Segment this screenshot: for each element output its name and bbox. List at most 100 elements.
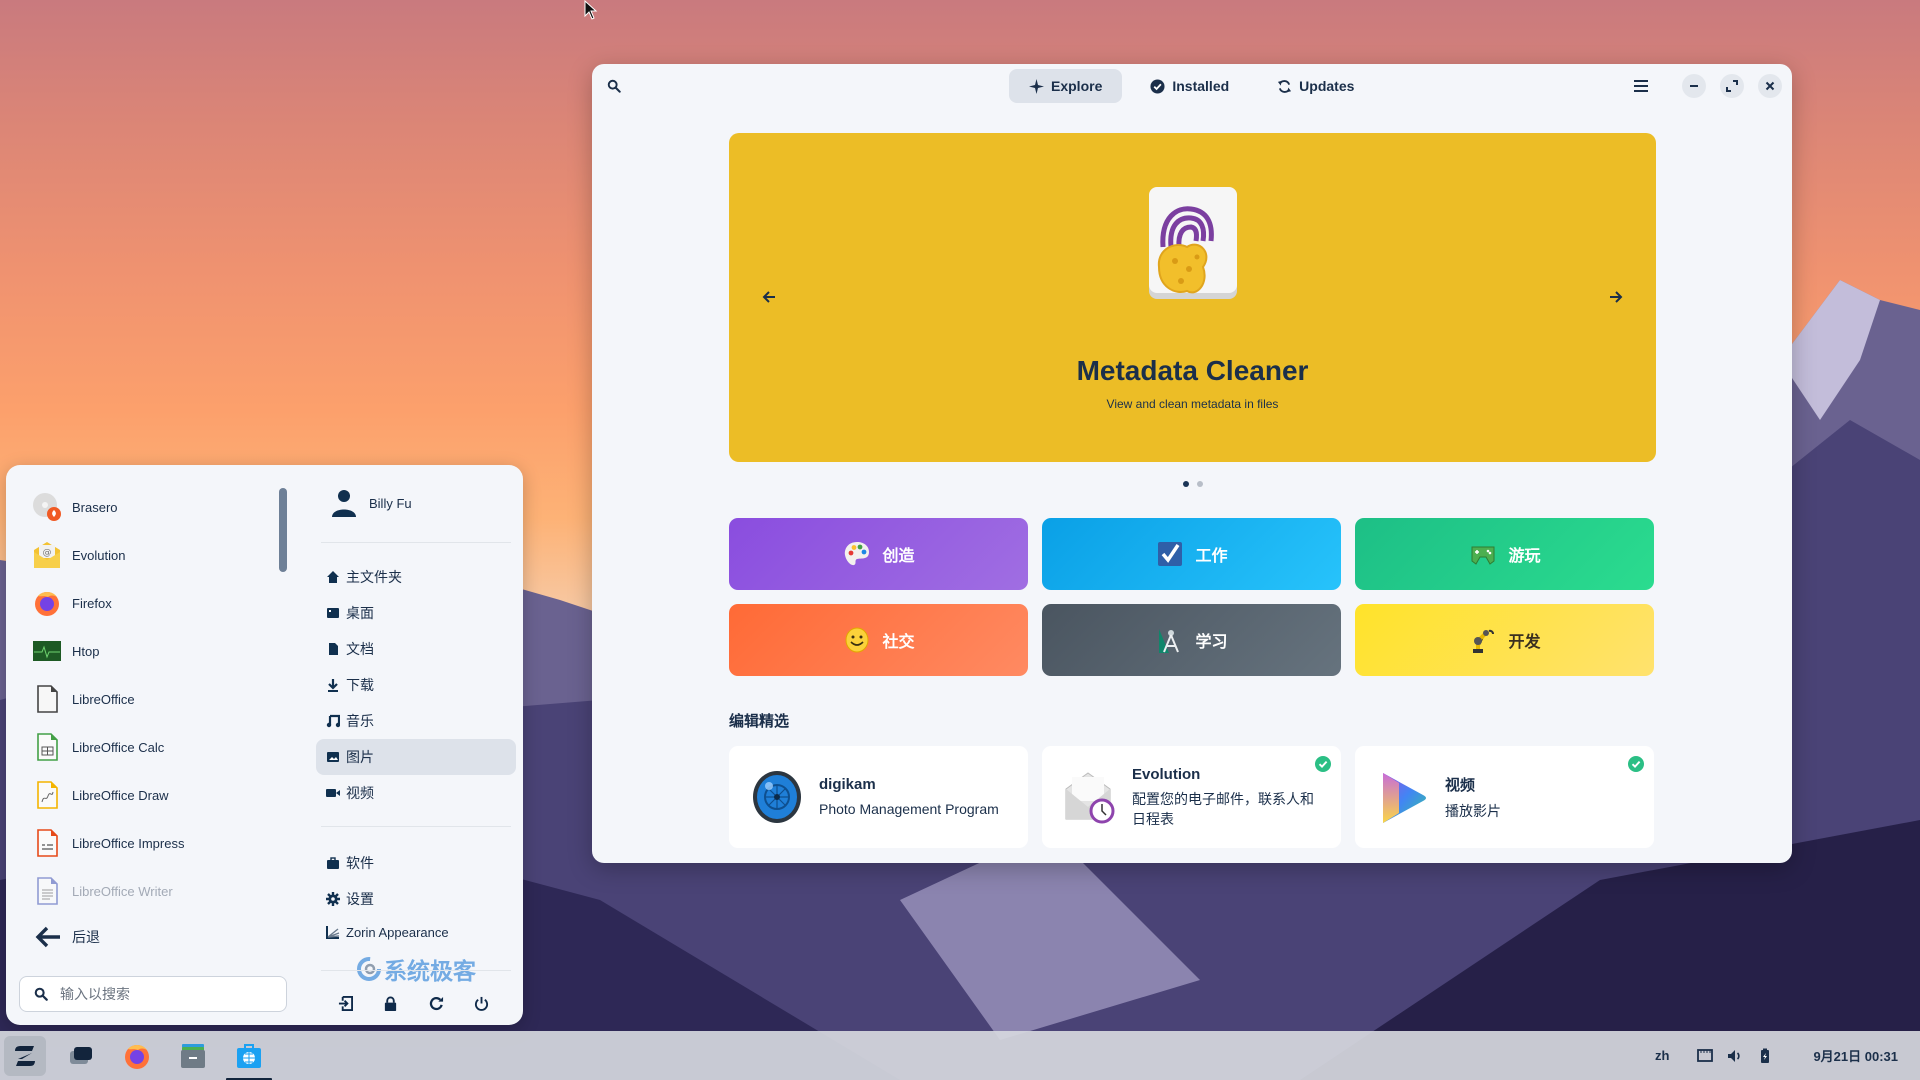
app-item-firefox[interactable]: Firefox bbox=[28, 579, 278, 627]
watermark-text: 系统极客 bbox=[384, 958, 476, 984]
software-store-icon bbox=[237, 1044, 261, 1068]
app-item-htop[interactable]: Htop bbox=[28, 627, 278, 675]
sparkle-icon bbox=[1029, 78, 1044, 94]
tab-explore[interactable]: Explore bbox=[1009, 69, 1123, 103]
document-icon bbox=[329, 643, 338, 655]
place-videos[interactable]: 视频 bbox=[316, 775, 516, 811]
editors-picks-list: digikam Photo Management Program Evoluti… bbox=[729, 746, 1656, 848]
software-store-window: Explore Installed Updates Metadata Clean… bbox=[592, 64, 1792, 863]
place-desktop[interactable]: 桌面 bbox=[316, 595, 516, 631]
category-label: 创造 bbox=[882, 548, 915, 565]
editors-picks-heading: 编辑精选 bbox=[729, 713, 790, 730]
featured-app-card[interactable]: 视频 播放影片 bbox=[1355, 746, 1654, 848]
software-launcher[interactable] bbox=[226, 1036, 272, 1080]
app-item-libreoffice-calc[interactable]: LibreOffice Calc bbox=[28, 723, 278, 771]
app-item-libreoffice[interactable]: LibreOffice bbox=[28, 675, 278, 723]
appearance-icon bbox=[326, 926, 340, 939]
place-label: 图片 bbox=[346, 749, 374, 765]
evolution-app-icon bbox=[1065, 772, 1115, 824]
show-desktop-button[interactable] bbox=[60, 1036, 102, 1076]
user-icon bbox=[332, 490, 356, 517]
place-pictures[interactable]: 图片 bbox=[316, 739, 516, 775]
check-circle-icon bbox=[1150, 78, 1165, 94]
place-music[interactable]: 音乐 bbox=[316, 703, 516, 739]
place-home[interactable]: 主文件夹 bbox=[316, 559, 516, 595]
divider bbox=[321, 542, 511, 543]
system-zorin-appearance[interactable]: Zorin Appearance bbox=[316, 914, 516, 950]
search-button[interactable] bbox=[600, 72, 628, 100]
carousel-dot[interactable] bbox=[1182, 481, 1189, 487]
evolution-icon: @ bbox=[34, 542, 60, 568]
app-list-scrollbar[interactable] bbox=[279, 488, 287, 572]
watermark-logo-icon bbox=[357, 957, 381, 981]
menu-search-input[interactable] bbox=[60, 986, 260, 1002]
main-menu-button[interactable] bbox=[1626, 71, 1656, 101]
tab-updates[interactable]: Updates bbox=[1257, 69, 1374, 103]
system-settings[interactable]: 设置 bbox=[316, 881, 516, 917]
log-out-button[interactable] bbox=[332, 989, 360, 1017]
banner-next-button[interactable] bbox=[1600, 281, 1632, 313]
power-icon bbox=[474, 996, 488, 1011]
carousel-dot[interactable] bbox=[1196, 481, 1203, 487]
user-account[interactable]: Billy Fu bbox=[331, 489, 412, 517]
category-grid: 创造 工作 游玩 社交 学习 开发 bbox=[729, 518, 1656, 676]
input-language-indicator[interactable]: zh bbox=[1655, 1048, 1669, 1063]
app-item-brasero[interactable]: Brasero bbox=[28, 483, 278, 531]
log-out-icon bbox=[339, 995, 354, 1011]
installed-check-icon bbox=[1315, 756, 1331, 772]
header-bar: Explore Installed Updates bbox=[592, 64, 1792, 108]
place-label: 主文件夹 bbox=[346, 569, 402, 585]
app-label: LibreOffice Calc bbox=[72, 739, 165, 755]
featured-app-name: 视频 bbox=[1445, 776, 1476, 794]
back-button[interactable]: 后退 bbox=[34, 925, 100, 949]
tab-installed[interactable]: Installed bbox=[1130, 69, 1249, 103]
battery-charging-icon[interactable] bbox=[1757, 1048, 1773, 1064]
zorin-menu-button[interactable] bbox=[4, 1036, 46, 1076]
featured-banner[interactable]: Metadata Cleaner View and clean metadata… bbox=[729, 133, 1656, 462]
home-icon bbox=[327, 571, 339, 583]
minimize-button[interactable] bbox=[1682, 74, 1706, 98]
banner-previous-button[interactable] bbox=[753, 281, 785, 313]
featured-app-text: digikam Photo Management Program bbox=[819, 776, 999, 819]
app-item-libreoffice-writer[interactable]: LibreOffice Writer bbox=[28, 867, 278, 915]
volume-icon[interactable] bbox=[1727, 1048, 1743, 1064]
category-label: 工作 bbox=[1195, 548, 1228, 565]
maximize-button[interactable] bbox=[1720, 74, 1744, 98]
category-learn[interactable]: 学习 bbox=[1042, 604, 1341, 676]
files-launcher[interactable] bbox=[172, 1036, 214, 1076]
category-play[interactable]: 游玩 bbox=[1355, 518, 1654, 590]
arrow-left-icon bbox=[762, 291, 775, 303]
user-name: Billy Fu bbox=[369, 495, 412, 511]
place-documents[interactable]: 文档 bbox=[316, 631, 516, 667]
category-label: 社交 bbox=[882, 634, 915, 651]
lock-button[interactable] bbox=[377, 989, 405, 1017]
calc-icon bbox=[37, 733, 58, 761]
firefox-launcher[interactable] bbox=[116, 1036, 158, 1076]
category-social[interactable]: 社交 bbox=[729, 604, 1028, 676]
app-item-libreoffice-draw[interactable]: LibreOffice Draw bbox=[28, 771, 278, 819]
network-wired-icon[interactable] bbox=[1697, 1048, 1714, 1064]
featured-app-card[interactable]: Evolution 配置您的电子邮件，联系人和日程表 bbox=[1042, 746, 1341, 848]
close-icon bbox=[1765, 81, 1775, 91]
category-work[interactable]: 工作 bbox=[1042, 518, 1341, 590]
app-label: LibreOffice Impress bbox=[72, 835, 185, 851]
place-downloads[interactable]: 下载 bbox=[316, 667, 516, 703]
window-controls bbox=[1626, 71, 1782, 101]
close-button[interactable] bbox=[1758, 74, 1782, 98]
lock-icon bbox=[385, 996, 397, 1011]
system-software[interactable]: 软件 bbox=[316, 845, 516, 881]
category-develop[interactable]: 开发 bbox=[1355, 604, 1654, 676]
palette-icon bbox=[845, 542, 870, 566]
restart-button[interactable] bbox=[422, 989, 450, 1017]
impress-icon bbox=[37, 829, 58, 857]
power-off-button[interactable] bbox=[467, 989, 495, 1017]
menu-search-field[interactable] bbox=[19, 976, 287, 1012]
firefox-icon bbox=[35, 592, 59, 616]
app-item-evolution[interactable]: @ Evolution bbox=[28, 531, 278, 579]
app-label: Brasero bbox=[72, 499, 118, 515]
watermark: 系统极客 bbox=[356, 952, 476, 986]
clock[interactable]: 9月21日 00:31 bbox=[1813, 1046, 1898, 1065]
featured-app-card[interactable]: digikam Photo Management Program bbox=[729, 746, 1028, 848]
category-create[interactable]: 创造 bbox=[729, 518, 1028, 590]
app-item-libreoffice-impress[interactable]: LibreOffice Impress bbox=[28, 819, 278, 867]
